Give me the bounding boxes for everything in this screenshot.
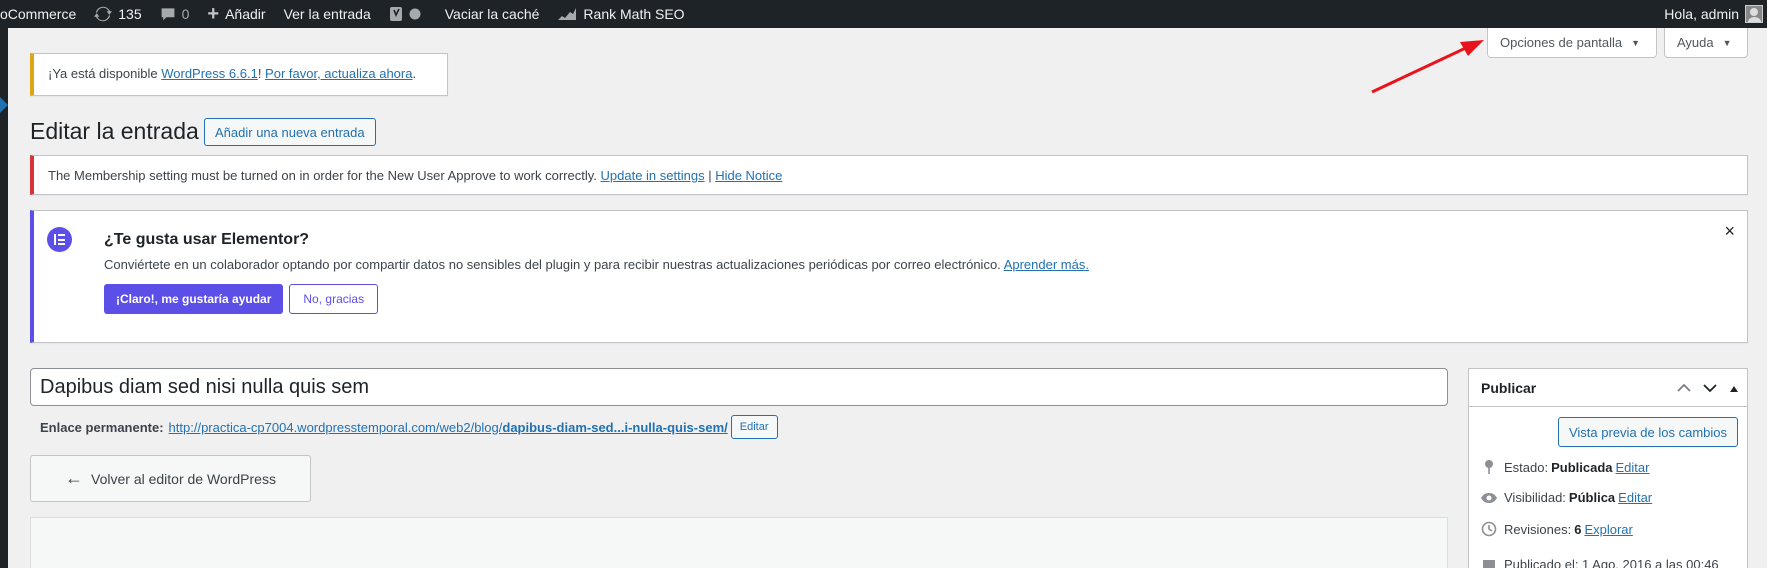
screen-options-button[interactable]: Opciones de pantalla ▼: [1487, 28, 1657, 58]
history-icon: [1479, 521, 1499, 537]
arrow-left-icon: ←: [65, 468, 84, 488]
rank-math-icon: [557, 7, 577, 21]
adminbar-new[interactable]: + Añadir: [198, 0, 274, 28]
update-nag-text: ¡Ya está disponible: [48, 66, 162, 81]
revisions-row: Revisiones: 6 Explorar: [1479, 521, 1633, 537]
avatar: [1745, 5, 1763, 23]
editor-content-area[interactable]: [30, 517, 1448, 568]
page-title: Editar la entrada: [30, 118, 199, 144]
wordpress-version-link[interactable]: WordPress 6.6.1: [161, 66, 258, 81]
elementor-notice-actions: ¡Claro!, me gustaría ayudar No, gracias: [104, 284, 1727, 314]
metabox-controls: [1677, 369, 1739, 407]
yoast-icon: [389, 5, 403, 23]
comment-icon: [160, 6, 176, 22]
close-icon[interactable]: ×: [1724, 221, 1735, 242]
adminbar-updates[interactable]: 135: [85, 0, 150, 28]
membership-notice-text: The Membership setting must be turned on…: [48, 168, 601, 183]
adminbar-comments[interactable]: 0: [151, 0, 199, 28]
revisions-browse-link[interactable]: Explorar: [1584, 522, 1632, 537]
toggle-panel-icon[interactable]: [1729, 380, 1739, 396]
revisions-count: 6: [1574, 521, 1582, 537]
back-to-editor-button[interactable]: ← Volver al editor de WordPress: [30, 455, 311, 502]
permalink-base: http://practica-cp7004.wordpresstemporal…: [168, 419, 503, 435]
permalink-label: Enlace permanente:: [40, 419, 164, 435]
chevron-down-icon[interactable]: [1703, 380, 1717, 396]
adminbar-woocommerce-label: oCommerce: [0, 6, 77, 22]
adminbar-rank-math[interactable]: Rank Math SEO: [548, 0, 693, 28]
notice-separator: |: [704, 168, 716, 183]
optin-decline-button[interactable]: No, gracias: [289, 284, 379, 314]
admin-menu-current-pointer: [0, 97, 8, 113]
adminbar-view-post[interactable]: Ver la entrada: [275, 0, 380, 28]
publish-metabox-header: Publicar: [1469, 369, 1747, 407]
visibility-row: Visibilidad: Pública Editar: [1479, 490, 1652, 505]
adminbar-woocommerce[interactable]: oCommerce: [0, 0, 85, 28]
permalink-edit-button[interactable]: Editar: [730, 415, 778, 439]
visibility-label: Visibilidad:: [1504, 490, 1566, 505]
update-settings-link[interactable]: Update in settings: [601, 168, 705, 183]
comments-count: 0: [181, 6, 190, 22]
update-nag-text-mid: !: [257, 66, 266, 81]
learn-more-link[interactable]: Aprender más.: [1004, 257, 1089, 272]
screen-options-label: Opciones de pantalla: [1500, 35, 1623, 50]
eye-icon: [1479, 492, 1499, 504]
status-value: Publicada: [1551, 459, 1613, 475]
update-nag-text-end: .: [412, 66, 417, 81]
adminbar-rank-math-label: Rank Math SEO: [583, 6, 685, 22]
calendar-icon: [1479, 558, 1499, 568]
elementor-icon-column: [34, 211, 84, 342]
visibility-value: Pública: [1568, 490, 1616, 505]
hide-notice-link[interactable]: Hide Notice: [715, 168, 782, 183]
annotation-arrow-icon: [1371, 40, 1484, 94]
elementor-notice-text: Conviértete en un colaborador optando po…: [104, 257, 1727, 272]
elementor-optin-notice: ¿Te gusta usar Elementor? Conviértete en…: [30, 210, 1748, 343]
permalink-row: Enlace permanente: http://practica-cp700…: [40, 415, 778, 439]
updates-icon: [94, 5, 113, 23]
elementor-notice-title: ¿Te gusta usar Elementor?: [104, 231, 310, 248]
update-now-link[interactable]: Por favor, actualiza ahora: [265, 66, 412, 81]
adminbar-my-account[interactable]: Hola, admin: [1664, 0, 1767, 28]
adminbar-greeting: Hola, admin: [1664, 6, 1739, 22]
optin-accept-button[interactable]: ¡Claro!, me gustaría ayudar: [104, 284, 284, 314]
post-title-input[interactable]: Dapibus diam sed nisi nulla quis sem: [30, 368, 1448, 406]
revisions-label: Revisiones:: [1504, 521, 1572, 537]
publish-metabox: Publicar Vista previa de los cambios Est…: [1468, 368, 1748, 568]
adminbar-clear-cache[interactable]: Vaciar la caché: [436, 0, 549, 28]
admin-bar: oCommerce 135 0 + Añadir Ver la entrada …: [0, 0, 1767, 28]
caret-down-icon: ▼: [1722, 37, 1732, 48]
adminbar-view-post-label: Ver la entrada: [283, 6, 371, 22]
published-date-row: Publicado el: 1 Ago, 2016 a las 00:46: [1479, 557, 1719, 568]
help-button[interactable]: Ayuda ▼: [1664, 28, 1748, 58]
preview-changes-button[interactable]: Vista previa de los cambios: [1557, 417, 1738, 447]
adminbar-clear-cache-label: Vaciar la caché: [444, 6, 540, 22]
pin-icon: [1479, 459, 1499, 475]
visibility-edit-link[interactable]: Editar: [1618, 490, 1652, 505]
status-label: Estado:: [1504, 459, 1549, 475]
elementor-notice-desc: Conviértete en un colaborador optando po…: [104, 257, 1004, 272]
caret-down-icon: ▼: [1631, 37, 1641, 48]
published-date-text: Publicado el: 1 Ago, 2016 a las 00:46: [1504, 557, 1719, 568]
plus-icon: +: [207, 2, 220, 25]
updates-count: 135: [118, 6, 142, 22]
publish-title: Publicar: [1481, 379, 1537, 396]
chevron-up-icon[interactable]: [1677, 380, 1691, 396]
elementor-logo-icon: [46, 227, 72, 252]
elementor-notice-body: ¿Te gusta usar Elementor? Conviértete en…: [84, 211, 1747, 342]
permalink-link[interactable]: http://practica-cp7004.wordpresstemporal…: [169, 420, 728, 435]
help-label: Ayuda: [1677, 35, 1714, 50]
membership-error-notice: The Membership setting must be turned on…: [30, 155, 1748, 195]
permalink-slug: dapibus-diam-sed...i-nulla-quis-sem/: [502, 419, 728, 435]
post-status-row: Estado: Publicada Editar: [1479, 459, 1649, 475]
update-nag-notice: ¡Ya está disponible WordPress 6.6.1! Por…: [30, 53, 448, 96]
status-edit-link[interactable]: Editar: [1616, 460, 1650, 475]
adminbar-yoast[interactable]: [380, 0, 436, 28]
back-to-editor-label: Volver al editor de WordPress: [91, 470, 276, 487]
seo-status-dot-icon: [409, 8, 421, 20]
adminbar-new-label: Añadir: [225, 6, 266, 22]
add-new-post-button[interactable]: Añadir una nueva entrada: [204, 118, 376, 146]
